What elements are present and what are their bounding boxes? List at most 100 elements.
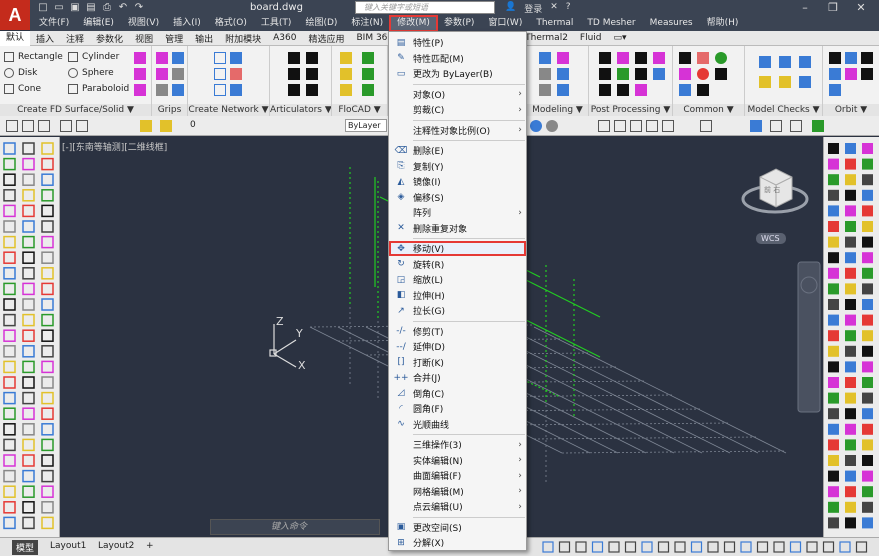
panel-title-fd[interactable]: Create FD Surface/Solid ▼ xyxy=(0,104,151,116)
check-icon[interactable] xyxy=(799,56,811,68)
check-icon[interactable] xyxy=(779,56,791,68)
common-icon[interactable] xyxy=(715,52,727,64)
menu-parametric[interactable]: 参数(P) xyxy=(437,16,481,31)
print-icon[interactable]: ⎙ xyxy=(100,2,114,14)
post-icon[interactable] xyxy=(617,68,629,80)
disk-tool[interactable]: Disk xyxy=(4,68,37,78)
cone-tool[interactable]: Cone xyxy=(4,84,41,94)
network-icon[interactable] xyxy=(230,68,242,80)
common-icon[interactable] xyxy=(697,68,709,80)
grip-icon[interactable] xyxy=(172,84,184,96)
menu-format[interactable]: 格式(O) xyxy=(208,16,254,31)
wcs-label[interactable]: WCS xyxy=(761,234,780,243)
color-dropdown[interactable]: ByLayer xyxy=(345,119,387,132)
modeling-icon[interactable] xyxy=(539,52,551,64)
tab-view[interactable]: 视图 xyxy=(129,32,159,45)
panel-title-flocad[interactable]: FloCAD ▼ xyxy=(332,104,387,116)
tab-manage[interactable]: 管理 xyxy=(159,32,189,45)
fd-tool-icon[interactable] xyxy=(134,84,146,96)
tab-annotate[interactable]: 注释 xyxy=(60,32,90,45)
post-icon[interactable] xyxy=(599,52,611,64)
panel-title-common[interactable]: Common ▼ xyxy=(673,104,744,116)
common-icon[interactable] xyxy=(679,68,691,80)
panel-title-post[interactable]: Post Processing ▼ xyxy=(589,104,672,116)
flocad-icon[interactable] xyxy=(362,84,374,96)
cylinder-tool[interactable]: Cylinder xyxy=(68,52,119,62)
check-icon[interactable] xyxy=(799,76,811,88)
command-input[interactable]: 键入命令 xyxy=(210,519,380,535)
properties-icon[interactable] xyxy=(790,120,802,132)
properties-icon[interactable] xyxy=(750,120,762,132)
properties-icon[interactable] xyxy=(770,120,782,132)
properties-icon[interactable] xyxy=(812,120,824,132)
menu-item[interactable]: 实体编辑(N) › xyxy=(389,453,526,468)
orbit-icon[interactable] xyxy=(829,52,841,64)
modeling-icon[interactable] xyxy=(557,52,569,64)
flocad-icon[interactable] xyxy=(340,84,352,96)
menu-item[interactable]: ▭ 更改为 ByLayer(B) xyxy=(389,66,526,81)
orbit-icon[interactable] xyxy=(845,52,857,64)
menu-item[interactable]: ⌫ 删除(E) xyxy=(389,143,526,158)
save-icon[interactable] xyxy=(38,120,50,132)
menu-item[interactable]: 网格编辑(M) › xyxy=(389,484,526,499)
redo-icon[interactable] xyxy=(76,120,88,132)
help-icon[interactable]: ? xyxy=(566,2,571,15)
common-icon[interactable] xyxy=(715,68,727,80)
grip-icon[interactable] xyxy=(172,68,184,80)
post-icon[interactable] xyxy=(635,84,647,96)
add-layout-button[interactable]: + xyxy=(142,540,158,552)
menu-item[interactable]: -/- 修剪(T) xyxy=(389,324,526,339)
tab-fluid[interactable]: Fluid xyxy=(574,33,608,43)
zoom-icon[interactable] xyxy=(630,120,642,132)
modeling-icon[interactable] xyxy=(539,84,551,96)
layer-icon[interactable] xyxy=(160,120,172,132)
flocad-icon[interactable] xyxy=(362,52,374,64)
menu-item[interactable]: ++ 合并(J) xyxy=(389,370,526,385)
panel-title-orbit[interactable]: Orbit ▼ xyxy=(823,104,879,116)
check-icon[interactable] xyxy=(759,56,771,68)
new-icon[interactable] xyxy=(6,120,18,132)
common-icon[interactable] xyxy=(679,52,691,64)
menu-item[interactable]: 剪裁(C) › xyxy=(389,102,526,117)
menu-item[interactable]: ✥ 移动(V) xyxy=(389,241,526,256)
layer-value[interactable]: 0 xyxy=(190,120,196,130)
menu-item[interactable]: 注释性对象比例(O) › xyxy=(389,123,526,138)
panel-title-network[interactable]: Create Network ▼ xyxy=(188,104,269,116)
tab-layout1[interactable]: Layout1 xyxy=(46,540,90,552)
menu-item[interactable]: ◧ 拉伸(H) xyxy=(389,288,526,303)
measure-icon[interactable] xyxy=(700,120,712,132)
menu-view[interactable]: 视图(V) xyxy=(121,16,166,31)
viewcube-label[interactable]: 前 右 xyxy=(764,185,780,195)
tab-output[interactable]: 输出 xyxy=(189,32,219,45)
flocad-icon[interactable] xyxy=(362,68,374,80)
fd-tool-icon[interactable] xyxy=(134,52,146,64)
view-icon[interactable] xyxy=(530,120,542,132)
network-icon[interactable] xyxy=(214,52,226,64)
network-icon[interactable] xyxy=(214,84,226,96)
post-icon[interactable] xyxy=(635,52,647,64)
zoom-icon[interactable] xyxy=(662,120,674,132)
tab-default[interactable]: 默认 xyxy=(0,30,31,46)
exchange-icon[interactable]: ✕ xyxy=(550,2,558,15)
menu-help[interactable]: 帮助(H) xyxy=(700,16,746,31)
panel-title-grips[interactable]: Grips xyxy=(152,104,187,116)
open-icon[interactable] xyxy=(22,120,34,132)
menu-item[interactable]: ◜ 圆角(F) xyxy=(389,401,526,416)
menu-draw[interactable]: 绘图(D) xyxy=(298,16,344,31)
post-icon[interactable] xyxy=(653,68,665,80)
post-icon[interactable] xyxy=(653,52,665,64)
undo-icon[interactable] xyxy=(60,120,72,132)
open-icon[interactable]: ▭ xyxy=(52,2,66,14)
tab-insert[interactable]: 插入 xyxy=(30,32,60,45)
user-icon[interactable]: 👤 xyxy=(505,2,516,15)
menu-item[interactable]: ◿ 倒角(C) xyxy=(389,386,526,401)
menu-item[interactable]: ↻ 旋转(R) xyxy=(389,257,526,272)
tab-featured[interactable]: 精选应用 xyxy=(302,32,350,45)
post-icon[interactable] xyxy=(599,68,611,80)
menu-edit[interactable]: 编辑(E) xyxy=(76,16,121,31)
menu-item[interactable]: ▤ 特性(P) xyxy=(389,35,526,50)
menu-item[interactable]: ⊞ 分解(X) xyxy=(389,535,526,550)
menu-item[interactable]: ✎ 特性匹配(M) xyxy=(389,51,526,66)
articulator-icon[interactable] xyxy=(306,84,318,96)
check-icon[interactable] xyxy=(779,76,791,88)
